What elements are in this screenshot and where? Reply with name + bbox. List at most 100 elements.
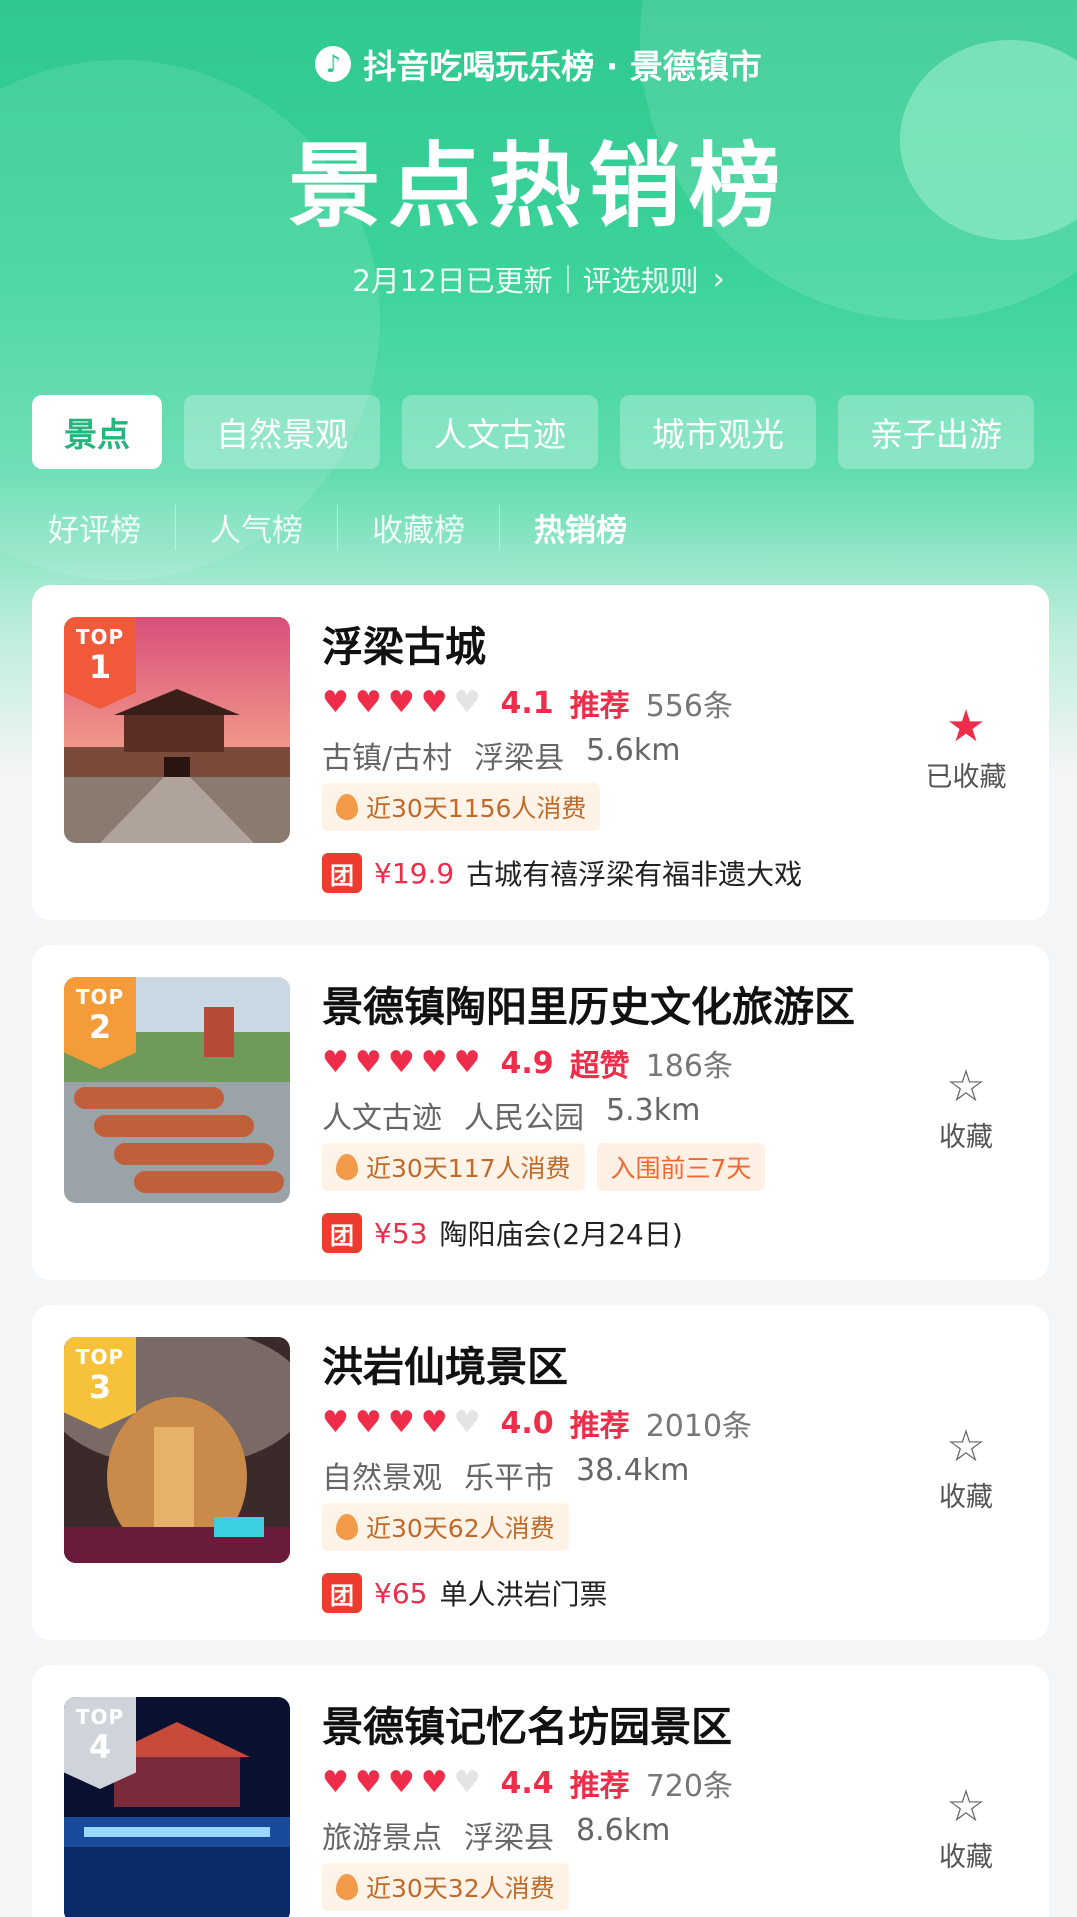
tab-city[interactable]: 城市观光 xyxy=(620,395,816,469)
heart-icon: ♥ xyxy=(354,1405,382,1440)
heart-icon: ♥ xyxy=(322,685,349,720)
sales-chip: 近30天62人消费 xyxy=(322,1503,569,1551)
rating-label: 推荐 xyxy=(569,1409,630,1444)
tab-nature[interactable]: 自然景观 xyxy=(184,395,380,469)
deal-price: ¥53 xyxy=(374,1216,428,1250)
rating-score: 4.4 xyxy=(500,1765,554,1801)
spot-name[interactable]: 景德镇记忆名坊园景区 xyxy=(322,1693,732,1753)
heart-icon: ♥ xyxy=(420,1405,448,1440)
ranking-subtabs: 好评榜 人气榜 收藏榜 热销榜 xyxy=(48,505,661,550)
favorite-button[interactable]: ☆ 收藏 xyxy=(911,1783,1021,1874)
flame-icon xyxy=(336,794,358,820)
review-count[interactable]: 186条 xyxy=(646,1041,733,1085)
star-outline-icon: ☆ xyxy=(946,1781,986,1832)
shortlist-chip: 入围前三7天 xyxy=(596,1143,766,1191)
rank-badge: TOP 4 xyxy=(64,1697,136,1789)
deal-title: 古城有禧浮梁有福非遗大戏 xyxy=(466,858,803,891)
spot-name[interactable]: 景德镇陶阳里历史文化旅游区 xyxy=(322,973,855,1033)
spot-district: 浮梁县 xyxy=(474,741,565,776)
favorite-button[interactable]: ☆ 收藏 xyxy=(911,1063,1021,1154)
list-item[interactable]: TOP 2 景德镇陶阳里历史文化旅游区 ♥ ♥ ♥ ♥ ♥ 4.9 超赞 186… xyxy=(32,945,1049,1280)
flame-icon xyxy=(336,1154,358,1180)
favorite-button[interactable]: ☆ 收藏 xyxy=(911,1423,1021,1514)
heart-icon: ♥ xyxy=(420,1045,448,1080)
spot-info: 旅游景点 浮梁县 8.6km xyxy=(322,1813,670,1857)
subtab-hot-sales[interactable]: 热销榜 xyxy=(499,505,661,550)
spot-info: 人文古迹 人民公园 5.3km xyxy=(322,1093,700,1137)
heart-icon: ♥ xyxy=(387,1405,415,1440)
subtab-popular[interactable]: 人气榜 xyxy=(175,505,337,550)
subtab-favorites[interactable]: 收藏榜 xyxy=(337,505,499,550)
review-count[interactable]: 2010条 xyxy=(646,1401,752,1445)
spot-category: 旅游景点 xyxy=(322,1821,442,1856)
spot-thumbnail[interactable]: TOP 2 xyxy=(64,977,290,1203)
star-outline-icon: ☆ xyxy=(946,1421,986,1472)
group-buy-icon: 团 xyxy=(322,1213,362,1253)
heart-empty-icon: ♥ xyxy=(453,1405,481,1440)
rating-score: 4.0 xyxy=(500,1405,554,1441)
deal-title: 陶阳庙会(2月24日) xyxy=(439,1218,683,1251)
spot-thumbnail[interactable]: TOP 3 xyxy=(64,1337,290,1563)
deal-row[interactable]: 团 ¥19.9 古城有禧浮梁有福非遗大戏 xyxy=(322,853,802,893)
heart-icon: ♥ xyxy=(420,685,448,720)
favorite-button[interactable]: ★ 已收藏 xyxy=(911,703,1021,794)
sales-chip: 近30天1156人消费 xyxy=(322,783,601,831)
heart-icon: ♥ xyxy=(322,1045,349,1080)
spot-distance: 8.6km xyxy=(576,1813,671,1848)
favorite-label: 收藏 xyxy=(939,1842,993,1873)
tab-family[interactable]: 亲子出游 xyxy=(838,395,1034,469)
star-filled-icon: ★ xyxy=(946,701,986,752)
subtab-reviews[interactable]: 好评榜 xyxy=(48,505,175,550)
heart-icon: ♥ xyxy=(387,1765,415,1800)
heart-icon: ♥ xyxy=(354,1045,382,1080)
rules-link[interactable]: 评选规则 xyxy=(583,258,699,300)
rating-label: 推荐 xyxy=(569,689,630,724)
ranking-page: ♪ 抖音吃喝玩乐榜 · 景德镇市 景点热销榜 2月12日已更新 评选规则 › 景… xyxy=(0,0,1077,1917)
deal-row[interactable]: 团 ¥53 陶阳庙会(2月24日) xyxy=(322,1213,683,1253)
rating-score: 4.1 xyxy=(500,685,554,721)
list-item[interactable]: TOP 4 景德镇记忆名坊园景区 ♥ ♥ ♥ ♥ ♥ 4.4 推荐 720条 旅… xyxy=(32,1665,1049,1917)
rating-label: 推荐 xyxy=(569,1769,630,1804)
spot-thumbnail[interactable]: TOP 1 xyxy=(64,617,290,843)
deal-title: 单人洪岩门票 xyxy=(439,1578,608,1611)
page-title: 景点热销榜 xyxy=(288,133,789,240)
spot-name[interactable]: 浮梁古城 xyxy=(322,613,486,673)
heart-empty-icon: ♥ xyxy=(453,1765,481,1800)
spot-thumbnail[interactable]: TOP 4 xyxy=(64,1697,290,1917)
heart-icon: ♥ xyxy=(322,1405,349,1440)
tab-heritage[interactable]: 人文古迹 xyxy=(402,395,598,469)
rating: ♥ ♥ ♥ ♥ ♥ 4.9 超赞 186条 xyxy=(322,1041,733,1085)
divider xyxy=(566,265,569,293)
update-date: 2月12日已更新 xyxy=(352,264,553,298)
spot-district: 浮梁县 xyxy=(464,1821,554,1856)
tag-row: 近30天32人消费 xyxy=(322,1863,569,1911)
update-meta: 2月12日已更新 评选规则 › xyxy=(0,258,1077,300)
list-item[interactable]: TOP 1 浮梁古城 ♥ ♥ ♥ ♥ ♥ 4.1 推荐 556条 古镇/古村 浮… xyxy=(32,585,1049,920)
douyin-logo-icon: ♪ xyxy=(315,46,352,82)
review-count[interactable]: 556条 xyxy=(646,681,733,725)
rank-badge: TOP 2 xyxy=(64,977,136,1069)
spot-category: 自然景观 xyxy=(322,1461,442,1496)
category-tabs: 景点 自然景观 人文古迹 城市观光 亲子出游 xyxy=(32,395,1077,469)
group-buy-icon: 团 xyxy=(322,853,362,893)
group-buy-icon: 团 xyxy=(322,1573,362,1613)
tag-row: 近30天1156人消费 xyxy=(322,783,601,831)
rank-badge: TOP 3 xyxy=(64,1337,136,1429)
tag-row: 近30天62人消费 xyxy=(322,1503,569,1551)
chevron-right-icon[interactable]: › xyxy=(713,262,725,297)
deal-price: ¥19.9 xyxy=(374,856,455,890)
spot-district: 乐平市 xyxy=(464,1461,554,1496)
favorite-label: 收藏 xyxy=(939,1122,993,1153)
sales-chip: 近30天117人消费 xyxy=(322,1143,585,1191)
spot-category: 人文古迹 xyxy=(322,1101,442,1136)
spot-name[interactable]: 洪岩仙境景区 xyxy=(322,1333,568,1393)
review-count[interactable]: 720条 xyxy=(646,1761,733,1805)
rating: ♥ ♥ ♥ ♥ ♥ 4.1 推荐 556条 xyxy=(322,681,733,725)
deal-row[interactable]: 团 ¥65 单人洪岩门票 xyxy=(322,1573,607,1613)
spot-distance: 5.6km xyxy=(586,733,681,768)
list-item[interactable]: TOP 3 洪岩仙境景区 ♥ ♥ ♥ ♥ ♥ 4.0 推荐 2010条 自然景观… xyxy=(32,1305,1049,1640)
rating: ♥ ♥ ♥ ♥ ♥ 4.4 推荐 720条 xyxy=(322,1761,733,1805)
flame-icon xyxy=(336,1874,358,1900)
tab-scenic[interactable]: 景点 xyxy=(32,395,162,469)
heart-icon: ♥ xyxy=(387,685,415,720)
